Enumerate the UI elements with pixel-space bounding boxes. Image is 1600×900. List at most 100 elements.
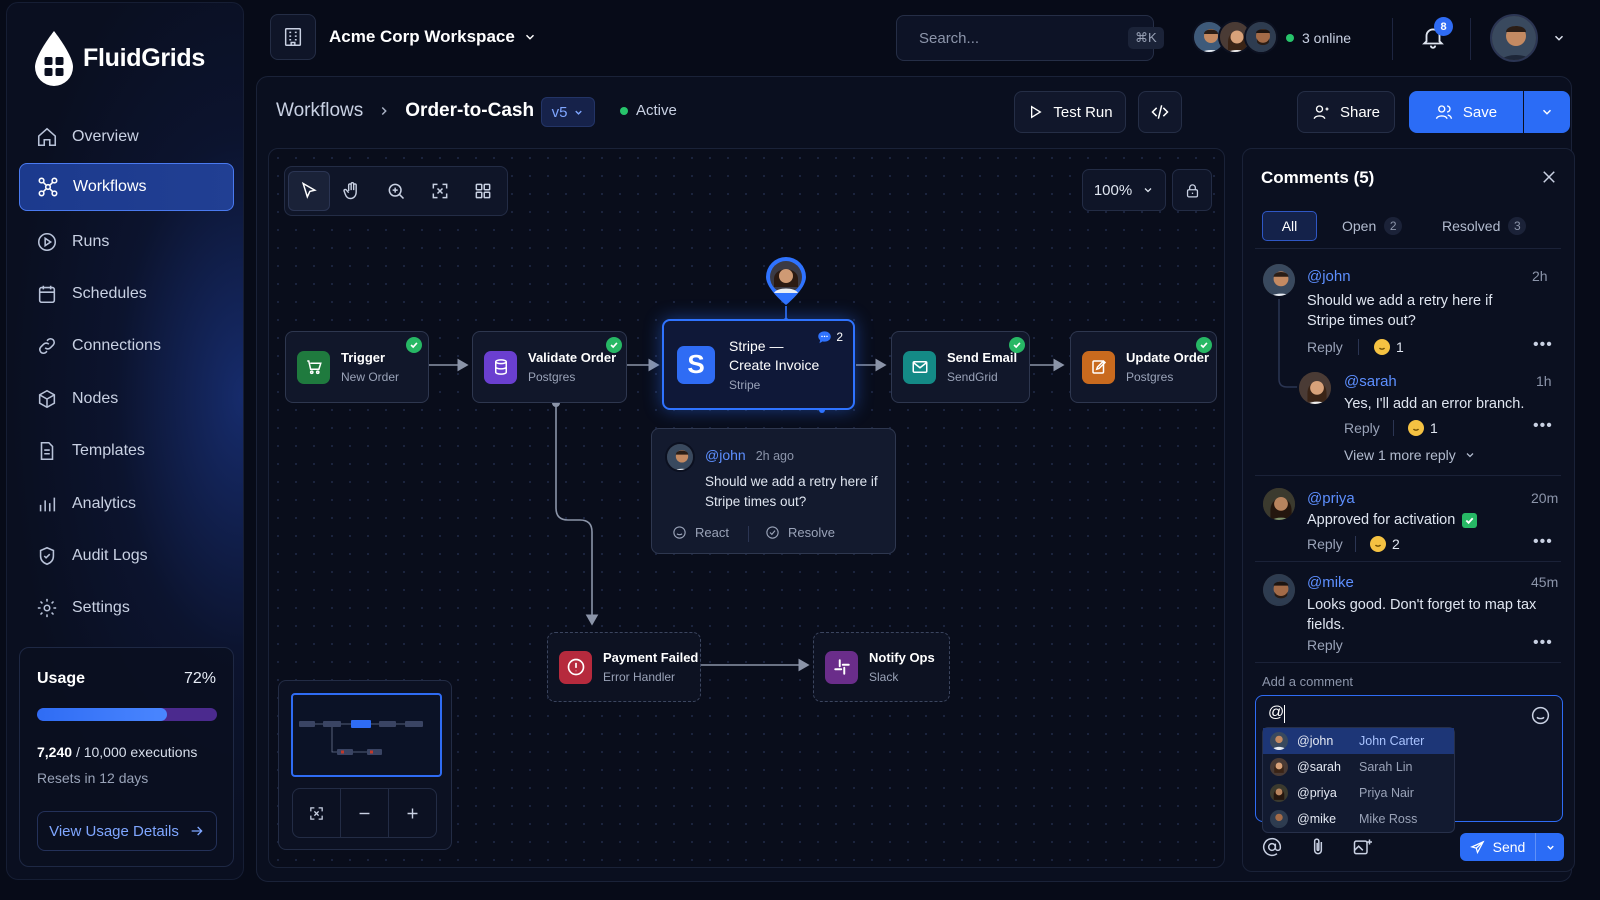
avatar [1270, 810, 1288, 828]
stripe-icon: S [677, 345, 715, 384]
node-update-order[interactable]: Update Order Postgres [1070, 331, 1217, 403]
avatar [1270, 758, 1288, 776]
zoom-out-button[interactable] [341, 789, 389, 837]
mention-option[interactable]: @priya Priya Nair [1263, 780, 1454, 806]
tab-count: 2 [1384, 217, 1403, 235]
more-options-icon[interactable]: ••• [1533, 336, 1553, 354]
tab-all[interactable]: All [1262, 211, 1317, 241]
send-label: Send [1492, 839, 1526, 855]
database-icon [484, 350, 517, 384]
node-notify-ops[interactable]: Notify Ops Slack [813, 632, 950, 702]
slack-icon [825, 650, 858, 684]
view-more-label: View 1 more reply [1344, 447, 1456, 463]
comment-author[interactable]: @sarah [1344, 373, 1397, 390]
mention-option[interactable]: @sarah Sarah Lin [1263, 754, 1454, 780]
minimap-viewport[interactable] [291, 693, 442, 777]
expand-icon [310, 806, 323, 820]
close-icon [1543, 171, 1555, 183]
insert-image-button[interactable] [1352, 837, 1372, 857]
mention-name: Sarah Lin [1359, 760, 1413, 774]
node-comment-count[interactable]: 2 [817, 330, 843, 344]
reaction-chip[interactable]: 2 [1370, 536, 1400, 552]
comment-author[interactable]: @mike [1307, 574, 1354, 591]
comments-title: Comments (5) [1261, 168, 1375, 187]
mention-button[interactable] [1262, 837, 1282, 857]
minus-icon [359, 812, 370, 814]
mail-icon [903, 350, 936, 384]
reaction-chip[interactable]: 1 [1408, 420, 1438, 436]
resolve-button[interactable]: Resolve [765, 525, 835, 540]
reaction-chip[interactable]: 1 [1374, 339, 1404, 355]
check-circle-icon [766, 526, 779, 539]
tab-count: 3 [1508, 217, 1527, 235]
close-comments-button[interactable] [1540, 168, 1558, 186]
smile-emoji-icon [1370, 536, 1386, 552]
tab-open[interactable]: Open 2 [1342, 211, 1403, 241]
emoji-picker-button[interactable] [1530, 705, 1551, 726]
node-subtitle: Postgres [1126, 369, 1174, 384]
node-payment-failed[interactable]: Payment Failed Error Handler [547, 632, 701, 702]
send-action[interactable]: Send [1460, 833, 1535, 861]
tab-label: Open [1342, 218, 1377, 234]
send-button[interactable]: Send [1460, 833, 1564, 861]
comment-author[interactable]: @john [705, 447, 746, 463]
comment-text-row: Approved for activation [1307, 511, 1478, 531]
image-plus-icon [1353, 839, 1372, 855]
minimap-preview [299, 720, 423, 755]
text-cursor [1284, 705, 1285, 723]
comment-author[interactable]: @john [1307, 268, 1351, 285]
check-emoji-icon [1462, 513, 1478, 529]
more-options-icon[interactable]: ••• [1533, 417, 1553, 435]
node-trigger[interactable]: Trigger New Order [285, 331, 429, 403]
node-subtitle: Postgres [528, 369, 576, 384]
react-button[interactable]: React [672, 525, 729, 540]
comment-count: 2 [836, 330, 843, 344]
node-title: Send Email [947, 350, 1018, 366]
send-options-button[interactable] [1536, 842, 1564, 853]
reply-button[interactable]: Reply [1307, 637, 1343, 653]
reply-button[interactable]: Reply [1307, 339, 1343, 355]
node-validate-order[interactable]: Validate Order Postgres [472, 331, 627, 403]
avatar [1261, 262, 1297, 298]
divider [1255, 475, 1561, 476]
more-options-icon[interactable]: ••• [1533, 533, 1553, 551]
view-more-replies-button[interactable]: View 1 more reply [1344, 447, 1476, 463]
node-send-email[interactable]: Send Email SendGrid [891, 331, 1030, 403]
comment-time: 45m [1531, 574, 1559, 590]
avatar [665, 442, 695, 472]
mention-option[interactable]: @john John Carter [1263, 728, 1454, 754]
fit-minimap-button[interactable] [293, 789, 341, 837]
divider [1358, 339, 1359, 355]
success-check-icon [406, 337, 422, 353]
mention-handle: @mike [1297, 812, 1337, 826]
divider [748, 526, 749, 542]
more-options-icon[interactable]: ••• [1533, 634, 1553, 652]
mention-handle: @sarah [1297, 760, 1341, 774]
smile-emoji-icon [1408, 420, 1424, 436]
comment-text: Approved for activation [1307, 512, 1456, 528]
comment-text: Should we add a retry here if Stripe tim… [705, 474, 878, 509]
node-subtitle: SendGrid [947, 369, 998, 384]
minimap-controls [292, 788, 437, 838]
at-sign-icon [1262, 837, 1282, 857]
node-stripe-create-invoice[interactable]: S Stripe — Create Invoice Stripe 2 [662, 319, 855, 410]
mention-handle: @john [1297, 734, 1334, 748]
attach-button[interactable] [1308, 837, 1328, 857]
mention-option[interactable]: @mike Mike Ross [1263, 806, 1454, 832]
smile-emoji-icon [1374, 339, 1390, 355]
mention-name: Priya Nair [1359, 786, 1414, 800]
zoom-in-button[interactable] [389, 789, 436, 837]
chat-bubble-icon [818, 331, 832, 344]
comment-input[interactable]: @ [1268, 704, 1284, 722]
node-subtitle: New Order [341, 369, 400, 384]
node-title: Payment Failed [603, 650, 699, 666]
reply-button[interactable]: Reply [1307, 536, 1343, 552]
smile-icon [1531, 706, 1550, 725]
react-label: React [695, 525, 729, 540]
comment-author[interactable]: @priya [1307, 490, 1355, 507]
reply-button[interactable]: Reply [1344, 420, 1380, 436]
tab-resolved[interactable]: Resolved 3 [1442, 211, 1527, 241]
comment-time: 20m [1531, 490, 1559, 506]
avatar [1297, 370, 1333, 406]
chevron-down-icon [1546, 845, 1554, 850]
